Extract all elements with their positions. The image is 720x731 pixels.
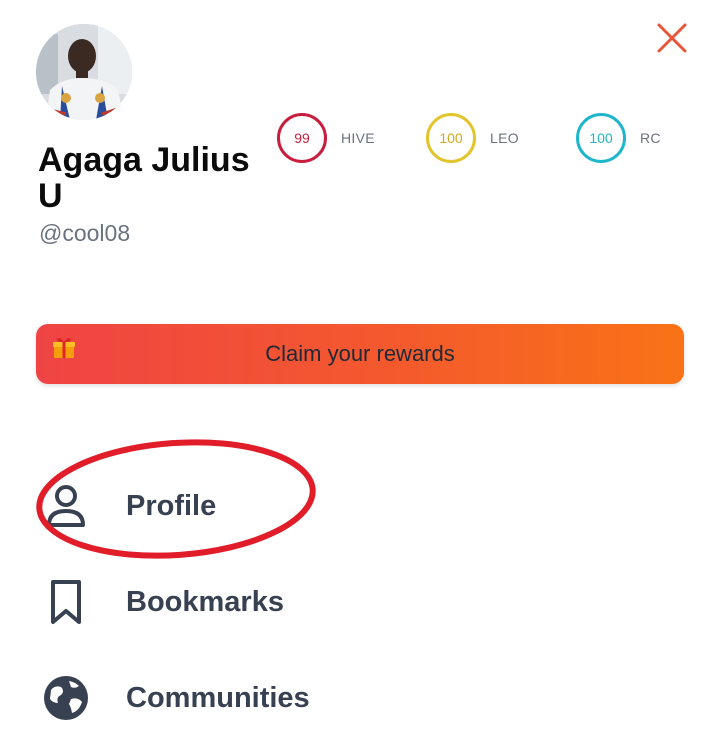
avatar[interactable] [36, 24, 132, 120]
bookmark-icon [36, 572, 96, 632]
menu-item-bookmarks[interactable]: Bookmarks [36, 570, 636, 634]
user-icon [36, 476, 96, 536]
claim-rewards-label: Claim your rewards [265, 341, 455, 366]
user-handle: @cool08 [39, 220, 131, 246]
menu-item-profile-label: Profile [126, 489, 217, 522]
claim-rewards-button[interactable]: Claim your rewards [36, 324, 684, 384]
close-icon [657, 23, 687, 53]
balance-hive[interactable]: 99 HIVE [277, 110, 375, 166]
balance-leo[interactable]: 100 LEO [426, 110, 519, 166]
balance-hive-ring: 99 [277, 113, 327, 163]
balance-rc[interactable]: 100 RC [576, 110, 661, 166]
balance-leo-label: LEO [490, 130, 519, 146]
user-display-name: Agaga Julius U [38, 141, 250, 215]
menu-item-communities[interactable]: Communities [36, 666, 636, 730]
close-button[interactable] [652, 18, 692, 58]
menu-item-profile[interactable]: Profile [36, 474, 636, 538]
menu-item-bookmarks-label: Bookmarks [126, 585, 284, 618]
balance-leo-ring: 100 [426, 113, 476, 163]
avatar-photo [36, 24, 132, 120]
balance-rc-ring: 100 [576, 113, 626, 163]
globe-icon [36, 668, 96, 728]
balance-hive-label: HIVE [341, 130, 375, 146]
menu-item-communities-label: Communities [126, 681, 310, 714]
balance-rc-label: RC [640, 130, 661, 146]
gift-icon [53, 338, 75, 358]
